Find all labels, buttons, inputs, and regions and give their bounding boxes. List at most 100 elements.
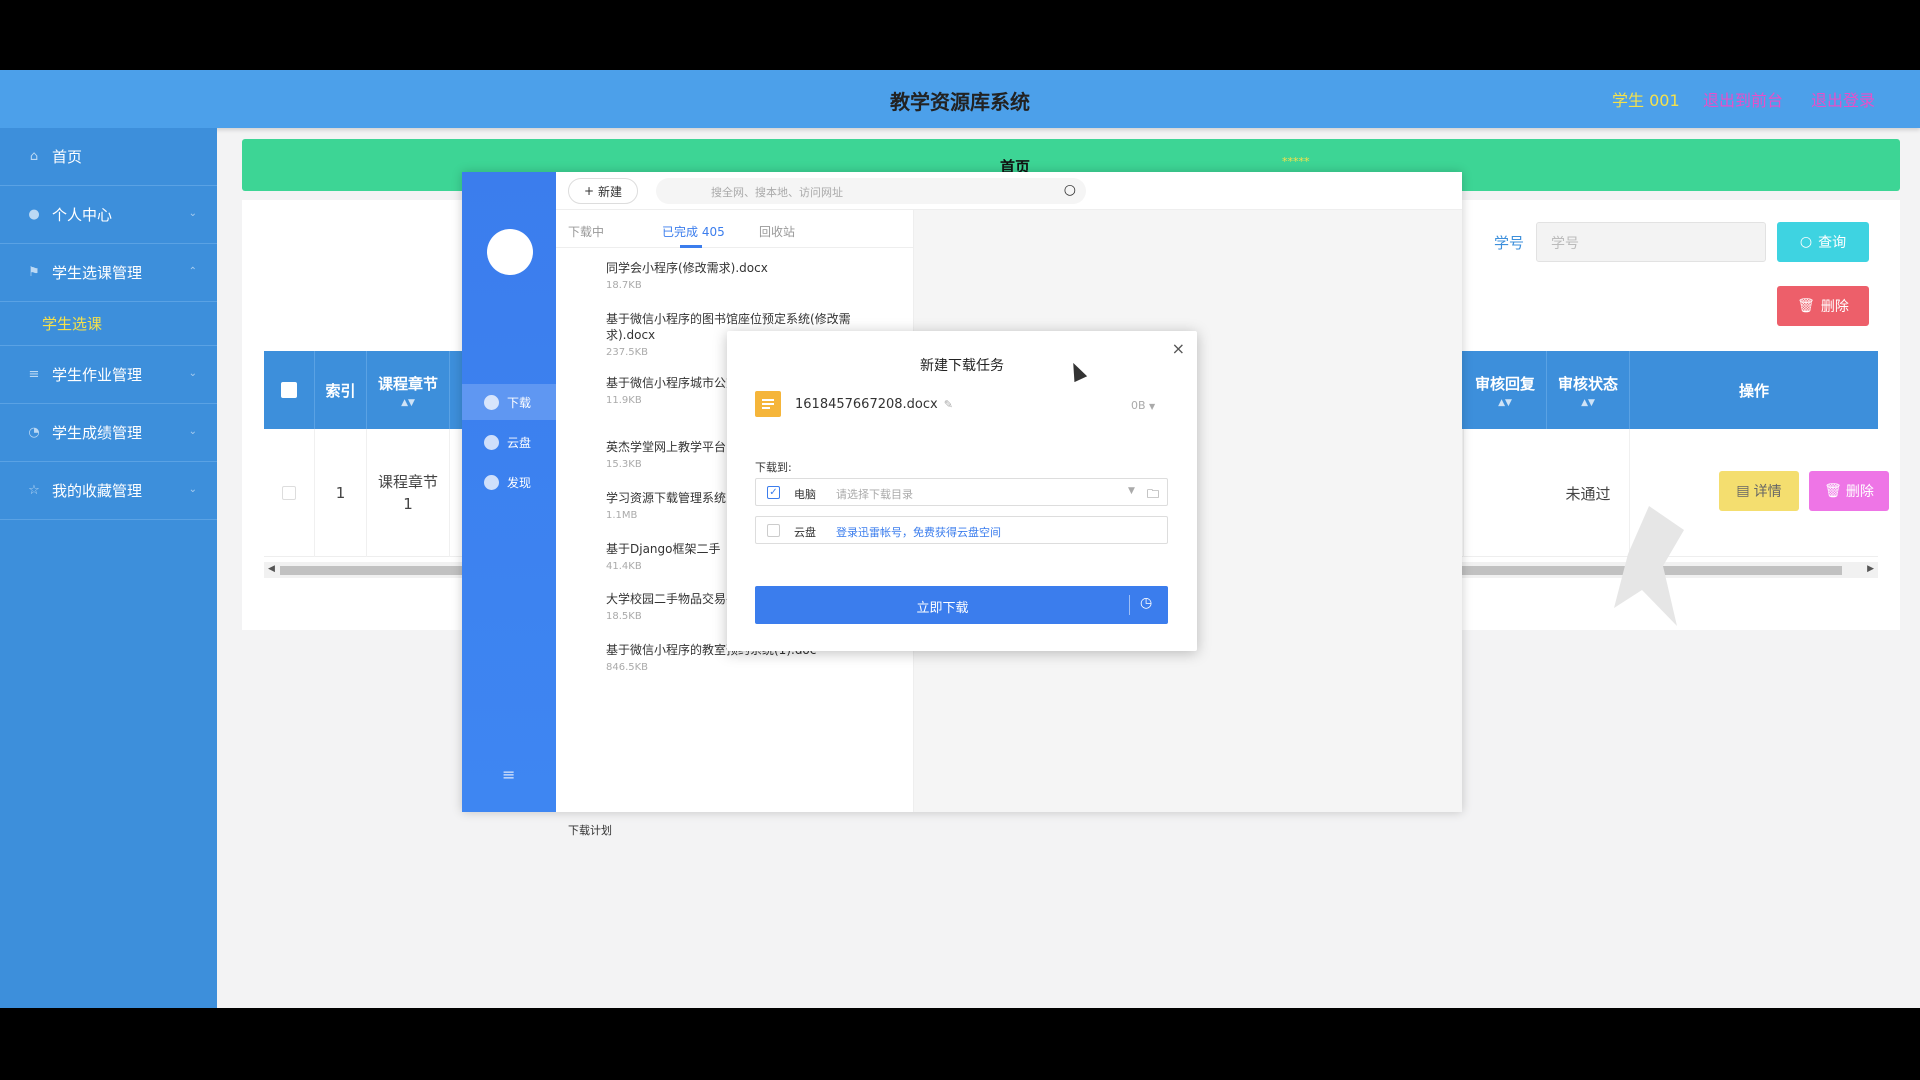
new-task-label: 新建 — [598, 184, 623, 199]
sidebar-item-home[interactable]: ⌂ 首页 — [0, 128, 217, 186]
sidebar-item-label: 学生作业管理 — [52, 366, 143, 384]
delete-selected-button[interactable]: 🗑 删除 — [1777, 286, 1869, 326]
sidebar-subitem-student-course[interactable]: 学生选课 — [0, 302, 217, 346]
select-all-checkbox-cell[interactable] — [264, 351, 315, 429]
sidebar: ⌂ 首页 ● 个人中心 ⌄ ⚑ 学生选课管理 ⌃ 学生选课 ≡ 学生作业管理 ⌄… — [0, 128, 217, 1008]
chevron-down-icon: ⌄ — [188, 208, 197, 219]
logout-link[interactable]: 退出登录 — [1811, 87, 1875, 111]
document-icon: ▤ — [1736, 483, 1750, 499]
search-icon: ○ — [1799, 234, 1813, 250]
exit-to-front-link[interactable]: 退出到前台 — [1703, 87, 1783, 111]
pc-destination[interactable]: ✓ 电脑 请选择下载目录 ▼ 🗀 — [755, 478, 1168, 506]
select-all-checkbox[interactable] — [281, 382, 297, 398]
new-task-button[interactable]: + 新建 — [568, 178, 638, 204]
list-item[interactable]: 同学会小程序(修改需求).docx 18.7KB — [606, 260, 876, 294]
sidebar-item-label: 学生选课管理 — [52, 264, 143, 282]
row-delete-button[interactable]: 🗑 删除 — [1809, 471, 1889, 511]
dialog-title: 新建下载任务 — [920, 358, 1004, 374]
row-checkbox[interactable] — [282, 486, 296, 500]
row-checkbox-cell[interactable] — [264, 429, 315, 557]
pc-label: 电脑 — [794, 488, 816, 501]
file-name-text: 1618457667208.docx — [795, 397, 938, 412]
sidebar-item-homework[interactable]: ≡ 学生作业管理 ⌄ — [0, 346, 217, 404]
sidebar-item-label: 我的收藏管理 — [52, 482, 143, 500]
breadcrumb-stars: ***** — [1282, 155, 1310, 168]
pc-checkbox[interactable]: ✓ — [767, 486, 780, 499]
cell-chapter: 课程章节 1 — [367, 429, 450, 557]
detail-button[interactable]: ▤ 详情 — [1719, 471, 1799, 511]
cell-status: 未通过 — [1547, 429, 1630, 557]
star-icon: ☆ — [28, 483, 40, 498]
edit-icon[interactable]: ✎ — [944, 398, 953, 411]
col-index-label: 索引 — [325, 381, 356, 400]
folder-icon[interactable]: 🗀 — [1147, 485, 1159, 506]
sidebar-item-label: 学生成绩管理 — [52, 424, 143, 442]
col-review-reply[interactable]: 审核回复 ▲▼ — [1464, 351, 1547, 429]
sort-icon[interactable]: ▲▼ — [1498, 398, 1512, 408]
sidebar-item-grades[interactable]: ◔ 学生成绩管理 ⌄ — [0, 404, 217, 462]
tab-downloading[interactable]: 下载中 — [568, 223, 604, 240]
row-delete-label: 删除 — [1845, 484, 1874, 500]
tab-completed[interactable]: 已完成 405 — [662, 223, 725, 240]
query-button-label: 查询 — [1818, 235, 1847, 251]
menu-icon[interactable]: ≡ — [502, 765, 515, 784]
scroll-left-arrow-icon[interactable]: ◀ — [268, 564, 275, 574]
download-now-button[interactable]: 立即下载 ◷ — [755, 586, 1168, 624]
cloud-checkbox[interactable] — [767, 524, 780, 537]
download-search-input[interactable]: 搜全网、搜本地、访问网址 ○ — [656, 178, 1086, 204]
cloud-login-link[interactable]: 登录迅雷帐号，免费获得云盘空间 — [836, 524, 1001, 540]
sidebar-item-favorites[interactable]: ☆ 我的收藏管理 ⌄ — [0, 462, 217, 520]
query-button[interactable]: ○ 查询 — [1777, 222, 1869, 262]
col-review-status-label: 审核状态 — [1557, 374, 1618, 393]
caret-down-icon[interactable]: ▼ — [1128, 486, 1135, 496]
nav-discover[interactable]: 发现 — [462, 464, 556, 500]
scroll-right-arrow-icon[interactable]: ▶ — [1867, 564, 1874, 574]
file-name: 1618457667208.docx ✎ — [795, 397, 953, 412]
flag-icon: ⚑ — [28, 265, 40, 280]
download-to-label: 下载到: — [755, 461, 792, 474]
clock-icon[interactable]: ◷ — [1140, 595, 1152, 611]
avatar[interactable] — [487, 229, 533, 275]
search-label: 学号 — [1494, 234, 1525, 252]
chart-icon: ◔ — [28, 425, 40, 440]
button-divider — [1129, 595, 1130, 615]
file-name: 同学会小程序(修改需求).docx — [606, 261, 768, 275]
nav-download[interactable]: 下载 — [462, 384, 556, 420]
sidebar-item-label: 首页 — [52, 148, 83, 166]
sort-icon[interactable]: ▲▼ — [401, 398, 415, 408]
tab-underline — [680, 245, 702, 248]
plus-icon: + — [583, 184, 595, 198]
app-screen: 教学资源库系统 学生 001 退出到前台 退出登录 ⌂ 首页 ● 个人中心 ⌄ … — [0, 70, 1920, 1008]
chevron-down-icon: ⌄ — [188, 368, 197, 379]
sidebar-item-course-selection[interactable]: ⚑ 学生选课管理 ⌃ — [0, 244, 217, 302]
col-review-reply-label: 审核回复 — [1474, 374, 1535, 393]
col-review-status[interactable]: 审核状态 ▲▼ — [1547, 351, 1630, 429]
directory-select[interactable]: 请选择下载目录 — [836, 486, 913, 502]
download-now-label: 立即下载 — [916, 601, 969, 616]
user-icon: ● — [28, 207, 40, 222]
search-icon[interactable]: ○ — [1064, 182, 1076, 198]
sidebar-item-personal[interactable]: ● 个人中心 ⌄ — [0, 186, 217, 244]
trash-icon: 🗑 — [1797, 298, 1815, 314]
tab-completed-label: 已完成 — [662, 225, 699, 239]
document-icon — [755, 391, 781, 417]
delete-button-label: 删除 — [1820, 299, 1849, 315]
close-icon[interactable]: × — [1172, 339, 1185, 358]
list-icon: ≡ — [28, 367, 40, 382]
sort-icon[interactable]: ▲▼ — [1581, 398, 1595, 408]
compass-icon — [484, 474, 499, 490]
download-plan[interactable]: 下载计划 — [568, 822, 612, 838]
file-size[interactable]: 0B ▼ — [1131, 399, 1155, 412]
cell-index: 1 — [315, 429, 367, 557]
student-id-input[interactable]: 学号 — [1536, 222, 1766, 262]
col-chapter[interactable]: 课程章节 ▲▼ — [367, 351, 450, 429]
chevron-up-icon: ⌃ — [188, 266, 197, 277]
file-size-text: 0B — [1131, 399, 1146, 412]
nav-cloud[interactable]: 云盘 — [462, 424, 556, 460]
download-icon — [484, 394, 499, 410]
tab-recycle-bin[interactable]: 回收站 — [759, 223, 795, 240]
cloud-destination[interactable]: 云盘 登录迅雷帐号，免费获得云盘空间 — [755, 516, 1168, 544]
col-index: 索引 — [315, 351, 367, 429]
home-icon: ⌂ — [29, 149, 39, 164]
current-user: 学生 001 — [1612, 91, 1680, 110]
